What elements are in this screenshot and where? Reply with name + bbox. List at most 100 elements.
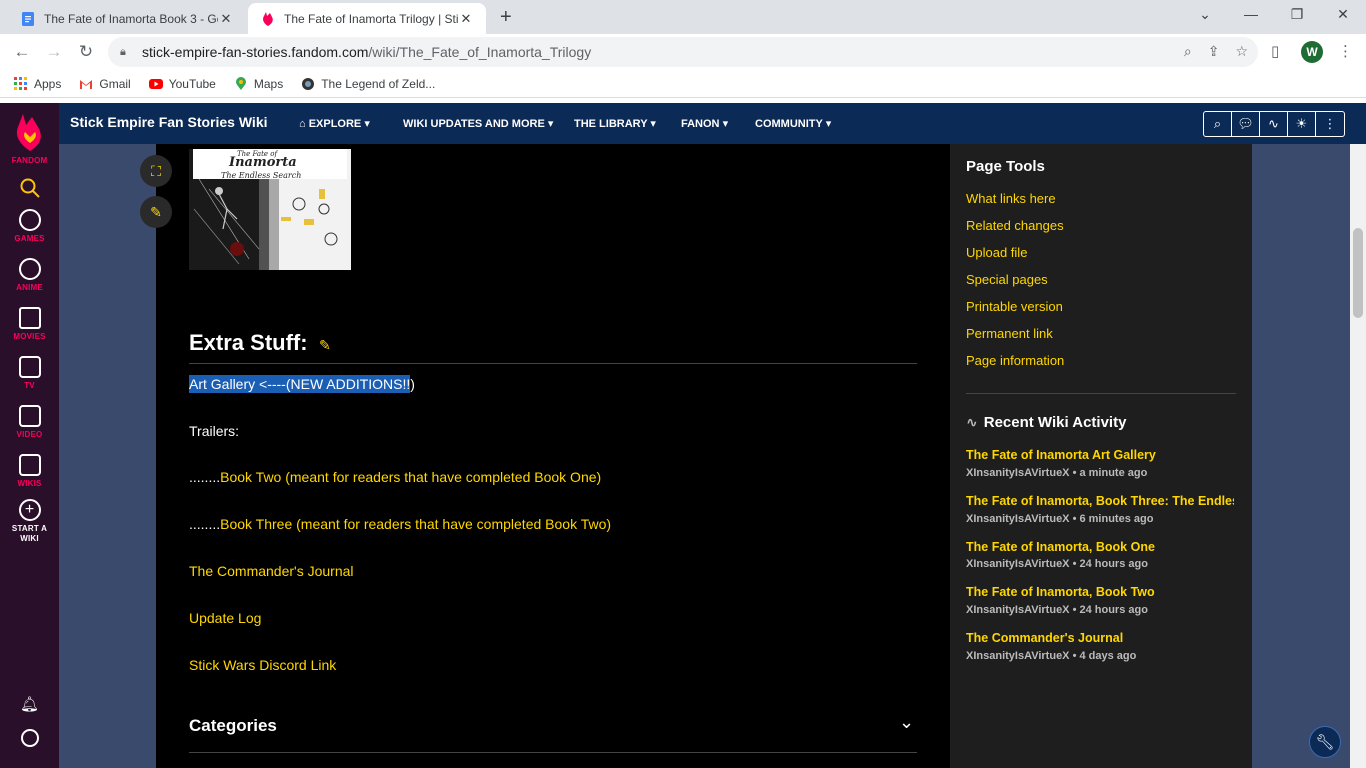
activity-item-title[interactable]: The Fate of Inamorta, Book One [966,540,1234,554]
categories-heading[interactable]: Categories [189,716,277,736]
rail-item-tv[interactable]: TV [0,356,59,390]
menu-label: EXPLORE [308,118,362,130]
side-panel-icon[interactable]: ▯ [1271,42,1279,60]
trailer-book-two[interactable]: ........Book Two (meant for readers that… [189,469,601,485]
browser-tab-docs[interactable]: The Fate of Inamorta Book 3 - Go ✕ [8,3,246,34]
section-edit-icon[interactable]: ✎ [319,337,331,354]
rail-item-video[interactable]: VIDEO [0,405,59,439]
bookmark-star-icon[interactable]: ☆ [1235,43,1248,60]
bookmark-zelda[interactable]: The Legend of Zeld... [301,77,435,91]
profile-avatar[interactable]: W [1301,41,1323,63]
back-button[interactable]: ← [12,42,32,62]
commanders-journal-link[interactable]: The Commander's Journal [189,563,354,579]
tab-close-icon[interactable]: ✕ [218,11,234,27]
rail-item-anime[interactable]: ANIME [0,258,59,292]
menu-label: COMMUNITY [755,118,823,130]
start-wiki-label: START A WIKI [11,524,48,543]
discord-link[interactable]: Stick Wars Discord Link [189,657,336,673]
activity-item-title[interactable]: The Fate of Inamorta, Book Three: The En… [966,494,1234,508]
chevron-down-icon[interactable]: ⌄ [899,712,914,733]
rail-item-wikis[interactable]: WIKIS [0,454,59,488]
rail-item-movies[interactable]: MOVIES [0,307,59,341]
reload-button[interactable]: ↻ [76,42,96,62]
trailer-link-text: Book Two (meant for readers that have co… [220,469,602,485]
recent-activity-heading: ∿ Recent Wiki Activity [966,414,1126,431]
page-tool-page-information[interactable]: Page information [966,353,1064,368]
zoom-search-icon[interactable]: ⌕ [1184,43,1192,60]
page-tool-upload-file[interactable]: Upload file [966,245,1027,260]
wiki-tools-wrench-button[interactable]: 🔧︎ [1309,726,1341,758]
rail-label: WIKIS [17,479,42,488]
menu-label: WIKI UPDATES AND MORE [403,118,545,130]
menu-label: FANON [681,118,720,130]
page-tool-what-links-here[interactable]: What links here [966,191,1056,206]
anime-icon [18,258,41,280]
menu-wiki-updates[interactable]: WIKI UPDATES AND MORE ▾ [403,117,553,130]
forward-button[interactable]: → [44,42,64,62]
games-icon [18,209,41,231]
update-log-link[interactable]: Update Log [189,610,261,626]
activity-item-meta: XInsanityIsAVirtueX • 6 minutes ago [966,513,1154,525]
wiki-search-icon[interactable]: ⌕ [1204,112,1232,136]
menu-community[interactable]: COMMUNITY ▾ [755,117,831,130]
art-gallery-tail: ) [410,376,415,392]
activity-icon[interactable]: ∿ [1260,112,1288,136]
share-icon[interactable]: ⇪ [1208,43,1220,60]
bookmarks-bar: Apps Gmail YouTube Maps The Legend of Ze… [0,70,1366,98]
lock-icon[interactable]: 🔒︎ [120,46,132,59]
selected-text: Art Gallery <----(NEW ADDITIONS!! [189,375,411,393]
theme-toggle-icon[interactable]: ☀︎ [1288,112,1316,136]
minimize-button[interactable]: — [1241,6,1261,22]
bookmark-label: Apps [34,76,62,91]
page-tool-permanent-link[interactable]: Permanent link [966,326,1053,341]
rail-label: GAMES [14,234,45,243]
close-window-button[interactable]: ✕ [1333,6,1353,23]
bookmark-gmail[interactable]: Gmail [79,77,131,91]
activity-item-title[interactable]: The Fate of Inamorta Art Gallery [966,448,1234,462]
pencil-icon: ✎ [150,203,162,220]
plus-icon: + [18,499,41,521]
recent-activity-title: Recent Wiki Activity [983,414,1127,431]
page-scrollbar[interactable] [1350,144,1366,768]
wiki-name[interactable]: Stick Empire Fan Stories Wiki [70,114,268,130]
rail-notifications[interactable]: 🔔︎ [0,695,59,713]
sidebar-divider [966,393,1236,394]
bookmark-youtube[interactable]: YouTube [148,77,216,91]
trailer-book-three[interactable]: ........Book Three (meant for readers th… [189,516,611,532]
bookmark-apps[interactable]: Apps [14,76,62,91]
browser-tab-fandom[interactable]: The Fate of Inamorta Trilogy | Stic ✕ [248,3,486,34]
maximize-button[interactable]: ❐ [1287,6,1307,23]
activity-item-title[interactable]: The Fate of Inamorta, Book Two [966,585,1234,599]
page-tool-related-changes[interactable]: Related changes [966,218,1064,233]
more-options-icon[interactable]: ⋮ [1316,112,1344,136]
book-cover-image[interactable]: The Fate of Inamorta The Endless Search [189,149,351,270]
discussions-icon[interactable]: 💬︎ [1232,112,1260,136]
menu-label: THE LIBRARY [574,118,648,130]
fullscreen-button[interactable]: ⛶ [140,155,172,187]
browser-menu-icon[interactable]: ⋮ [1338,42,1353,60]
explore-icon: ⌂ [299,118,309,130]
menu-library[interactable]: THE LIBRARY ▾ [574,117,656,130]
edit-button[interactable]: ✎ [140,196,172,228]
chevron-down-icon: ▾ [825,118,832,130]
chevron-down-icon: ▾ [722,118,729,130]
bookmark-maps[interactable]: Maps [234,76,283,91]
rail-user[interactable] [0,729,59,747]
rail-label: ANIME [16,283,43,292]
page-tool-special-pages[interactable]: Special pages [966,272,1048,287]
address-bar[interactable]: 🔒︎ stick-empire-fan-stories.fandom.com/w… [108,37,1258,67]
activity-item-title[interactable]: The Commander's Journal [966,631,1234,645]
fandom-logo[interactable]: FANDOM [0,111,59,165]
menu-fanon[interactable]: FANON ▾ [681,117,728,130]
rail-label: VIDEO [16,430,43,439]
tab-close-icon[interactable]: ✕ [458,11,474,27]
tab-search-icon[interactable]: ⌄ [1195,6,1215,23]
scrollbar-thumb[interactable] [1353,228,1363,318]
new-tab-button[interactable]: + [500,6,520,29]
art-gallery-link[interactable]: Art Gallery <----(NEW ADDITIONS!!) [189,375,415,393]
rail-search[interactable] [0,177,59,199]
rail-item-games[interactable]: GAMES [0,209,59,243]
rail-start-wiki[interactable]: + START A WIKI [0,499,59,543]
menu-explore[interactable]: ⌂ EXPLORE ▾ [299,117,370,130]
page-tool-printable-version[interactable]: Printable version [966,299,1063,314]
